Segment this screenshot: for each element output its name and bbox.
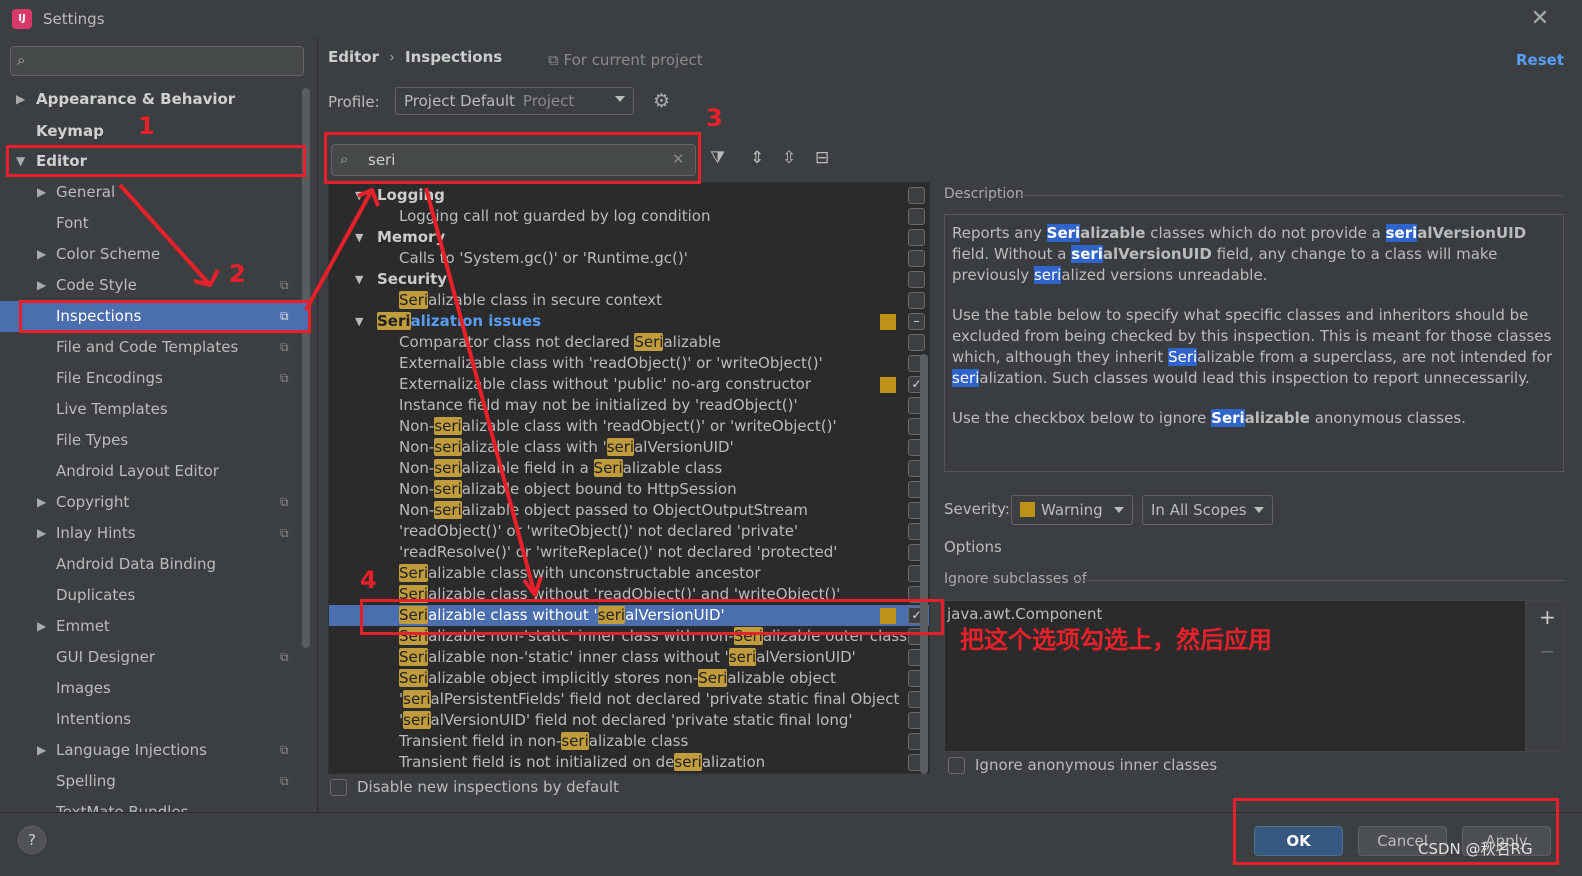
watermark: CSDN @秋名RG — [1418, 840, 1533, 858]
arrow-2 — [304, 188, 380, 311]
arrow-1 — [118, 183, 220, 287]
annotation-note: 把这个选项勾选上，然后应用 — [960, 626, 1272, 654]
annotation-arrows — [118, 183, 543, 597]
arrow-3 — [424, 187, 543, 597]
